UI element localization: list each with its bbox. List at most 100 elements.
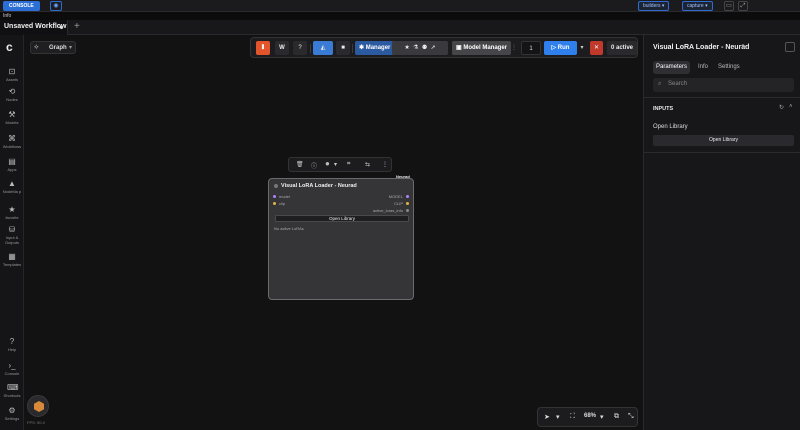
comfy-logo-button[interactable]: ⦀ xyxy=(256,41,270,55)
w-logo-button[interactable]: W xyxy=(275,41,289,55)
search-icon: ⌕ xyxy=(658,81,662,87)
logo-icon[interactable]: c xyxy=(6,41,18,53)
sidebar-item-settings[interactable]: ⚙ Settings xyxy=(0,406,24,421)
apps-icon: ▤ xyxy=(8,157,16,166)
active-queue-badge[interactable]: 0 active xyxy=(607,41,637,55)
delete-icon[interactable]: 🗑 xyxy=(296,161,304,168)
github-icon[interactable]: ◉ xyxy=(50,1,62,11)
reset-icon[interactable]: ↻ xyxy=(779,104,784,111)
builders-button[interactable]: builders ▾ xyxy=(638,1,670,11)
cube-icon xyxy=(34,401,44,412)
color-picker-icon[interactable]: ● xyxy=(325,159,330,168)
manager-button[interactable]: ✱ Manager xyxy=(355,41,395,55)
separator xyxy=(352,44,353,53)
node-header[interactable]: Visual LoRA Loader - Neurad xyxy=(269,179,413,193)
collapse-dot-icon[interactable] xyxy=(274,184,278,188)
sidebar-item-label: NodeMa p xyxy=(2,189,22,194)
sidebar-item-nodes[interactable]: ⟲ Nodes xyxy=(0,87,24,102)
divider xyxy=(644,97,800,98)
visual-lora-loader-node[interactable]: Visual LoRA Loader - Neurad model MODEL … xyxy=(268,178,414,300)
sidebar-item-models[interactable]: ⚒ Models xyxy=(0,110,24,125)
run-button[interactable]: ▷ Run xyxy=(544,41,577,55)
sidebar-item-assets[interactable]: ⊡ Assets xyxy=(0,67,24,82)
templates-icon: ▦ xyxy=(8,252,16,261)
output-pin-icon[interactable] xyxy=(406,202,409,205)
sidebar-item-label: Models xyxy=(5,120,19,125)
sidebar-item-label: favorite xyxy=(5,215,19,220)
graph-icon: ⟡ xyxy=(34,44,39,51)
capture-label: capture xyxy=(687,3,704,9)
chevron-down-icon[interactable]: ▾ xyxy=(600,413,604,421)
console-icon: ›_ xyxy=(8,361,16,370)
input-pin-icon[interactable] xyxy=(273,202,276,205)
sidebar-item-apps[interactable]: ▤ Apps xyxy=(0,157,24,172)
sidebar-item-nodemap[interactable]: ▲ NodeMa p xyxy=(0,179,24,194)
model-manager-button[interactable]: ▣ Model Manager xyxy=(452,41,512,55)
help-icon: ? xyxy=(9,337,15,346)
sidebar-item-shortcuts[interactable]: ⌨ Shortcuts xyxy=(0,383,24,398)
capture-button[interactable]: capture ▾ xyxy=(682,1,713,11)
sidebar-item-favorite[interactable]: ★ favorite xyxy=(0,205,24,220)
bypass-icon[interactable]: ⌗ xyxy=(347,161,350,168)
share-icon: ➚ xyxy=(430,45,436,51)
tab-unsaved-workflow[interactable]: Unsaved Workflow xyxy=(0,20,68,35)
node-selection-toolbar: 🗑 ⓘ ● ▾ ⌗ ⇆ ⋮ xyxy=(288,157,392,172)
graph-mode-select[interactable]: ⟡ Graph ▾ xyxy=(30,41,76,54)
tab-parameters[interactable]: Parameters xyxy=(653,61,691,74)
chevron-down-icon: ▾ xyxy=(68,45,72,51)
sidebar-item-label: Console xyxy=(4,371,20,376)
sidebar-item-input-outputs[interactable]: ⛁ Input & Outputs xyxy=(0,225,24,245)
tab-title: Unsaved Workflow xyxy=(4,23,67,30)
run-dropdown-icon[interactable]: ▾ xyxy=(578,41,586,55)
collapse-icon[interactable]: ˄ xyxy=(789,104,793,110)
output-label: active_loras_info xyxy=(372,208,403,213)
input-label: model xyxy=(279,194,290,199)
link-visibility-icon[interactable]: ⤡ xyxy=(628,413,634,421)
console-button[interactable]: CONSOLE xyxy=(3,1,40,11)
port-row: clip CLIP xyxy=(269,201,413,207)
tab-settings[interactable]: Settings xyxy=(715,61,743,74)
separator xyxy=(310,44,311,53)
output-label: MODEL xyxy=(388,194,403,199)
info-icon[interactable]: ⓘ xyxy=(311,161,317,170)
sidebar-item-label: Help xyxy=(7,347,17,352)
chevron-down-icon[interactable]: ▾ xyxy=(334,161,337,168)
edit-icon[interactable]: ✎ xyxy=(741,43,747,51)
tab-info[interactable]: Info xyxy=(695,61,711,74)
output-pin-icon[interactable] xyxy=(406,195,409,198)
add-tab-icon[interactable]: + xyxy=(74,21,80,32)
info-label: Info xyxy=(3,13,12,19)
fit-view-icon[interactable]: ⛶ xyxy=(570,413,575,421)
open-library-node-button[interactable]: Open Library xyxy=(275,215,409,222)
window-icon[interactable]: ▭ xyxy=(724,1,734,11)
sidebar-item-workflows[interactable]: ⌘ Workflows xyxy=(0,134,24,149)
open-library-button[interactable]: Open Library xyxy=(653,135,794,146)
trainer-icon[interactable]: ◭ xyxy=(313,41,333,55)
manager-tools-group[interactable]: ★ ⚗ ⚉ ➚ xyxy=(392,41,448,55)
bookmark-icon[interactable]: ■ xyxy=(336,41,350,55)
input-pin-icon[interactable] xyxy=(273,195,276,198)
sidebar-item-console[interactable]: ›_ Console xyxy=(0,361,24,376)
search-input[interactable]: ⌕ Search xyxy=(653,78,794,92)
select-tool-icon[interactable]: ➤ xyxy=(544,413,550,421)
chevron-down-icon[interactable]: ▾ xyxy=(556,413,560,421)
fullscreen-icon[interactable]: ⤢ xyxy=(738,1,748,11)
panel-toggle-icon[interactable] xyxy=(785,42,795,52)
zoom-level[interactable]: 68% xyxy=(584,413,596,419)
convert-icon[interactable]: ⇆ xyxy=(365,161,370,168)
main-toolbar: ⦀ W ? ◭ ■ ✱ Manager ★ ⚗ ⚉ ➚ ▣ Model Mana… xyxy=(250,37,638,58)
queue-count-input[interactable]: 1 xyxy=(521,41,541,55)
avatar[interactable] xyxy=(27,395,49,417)
panel-title: Visual LoRA Loader - Neurad xyxy=(653,44,750,51)
cancel-button[interactable]: ✕ xyxy=(590,41,603,55)
drag-handle-icon[interactable]: ⋮ xyxy=(511,41,517,55)
output-pin-icon[interactable] xyxy=(406,209,409,212)
more-options-icon[interactable]: ⋮ xyxy=(382,161,388,168)
minimap-icon[interactable]: ⧉ xyxy=(614,413,619,421)
sidebar-item-help[interactable]: ? Help xyxy=(0,337,24,352)
queue-count-value: 1 xyxy=(529,46,533,52)
help-button[interactable]: ? xyxy=(293,41,307,55)
sidebar-item-label: Shortcuts xyxy=(3,393,21,398)
port-row: model MODEL xyxy=(269,194,413,200)
sidebar-item-templates[interactable]: ▦ Templates xyxy=(0,252,24,267)
